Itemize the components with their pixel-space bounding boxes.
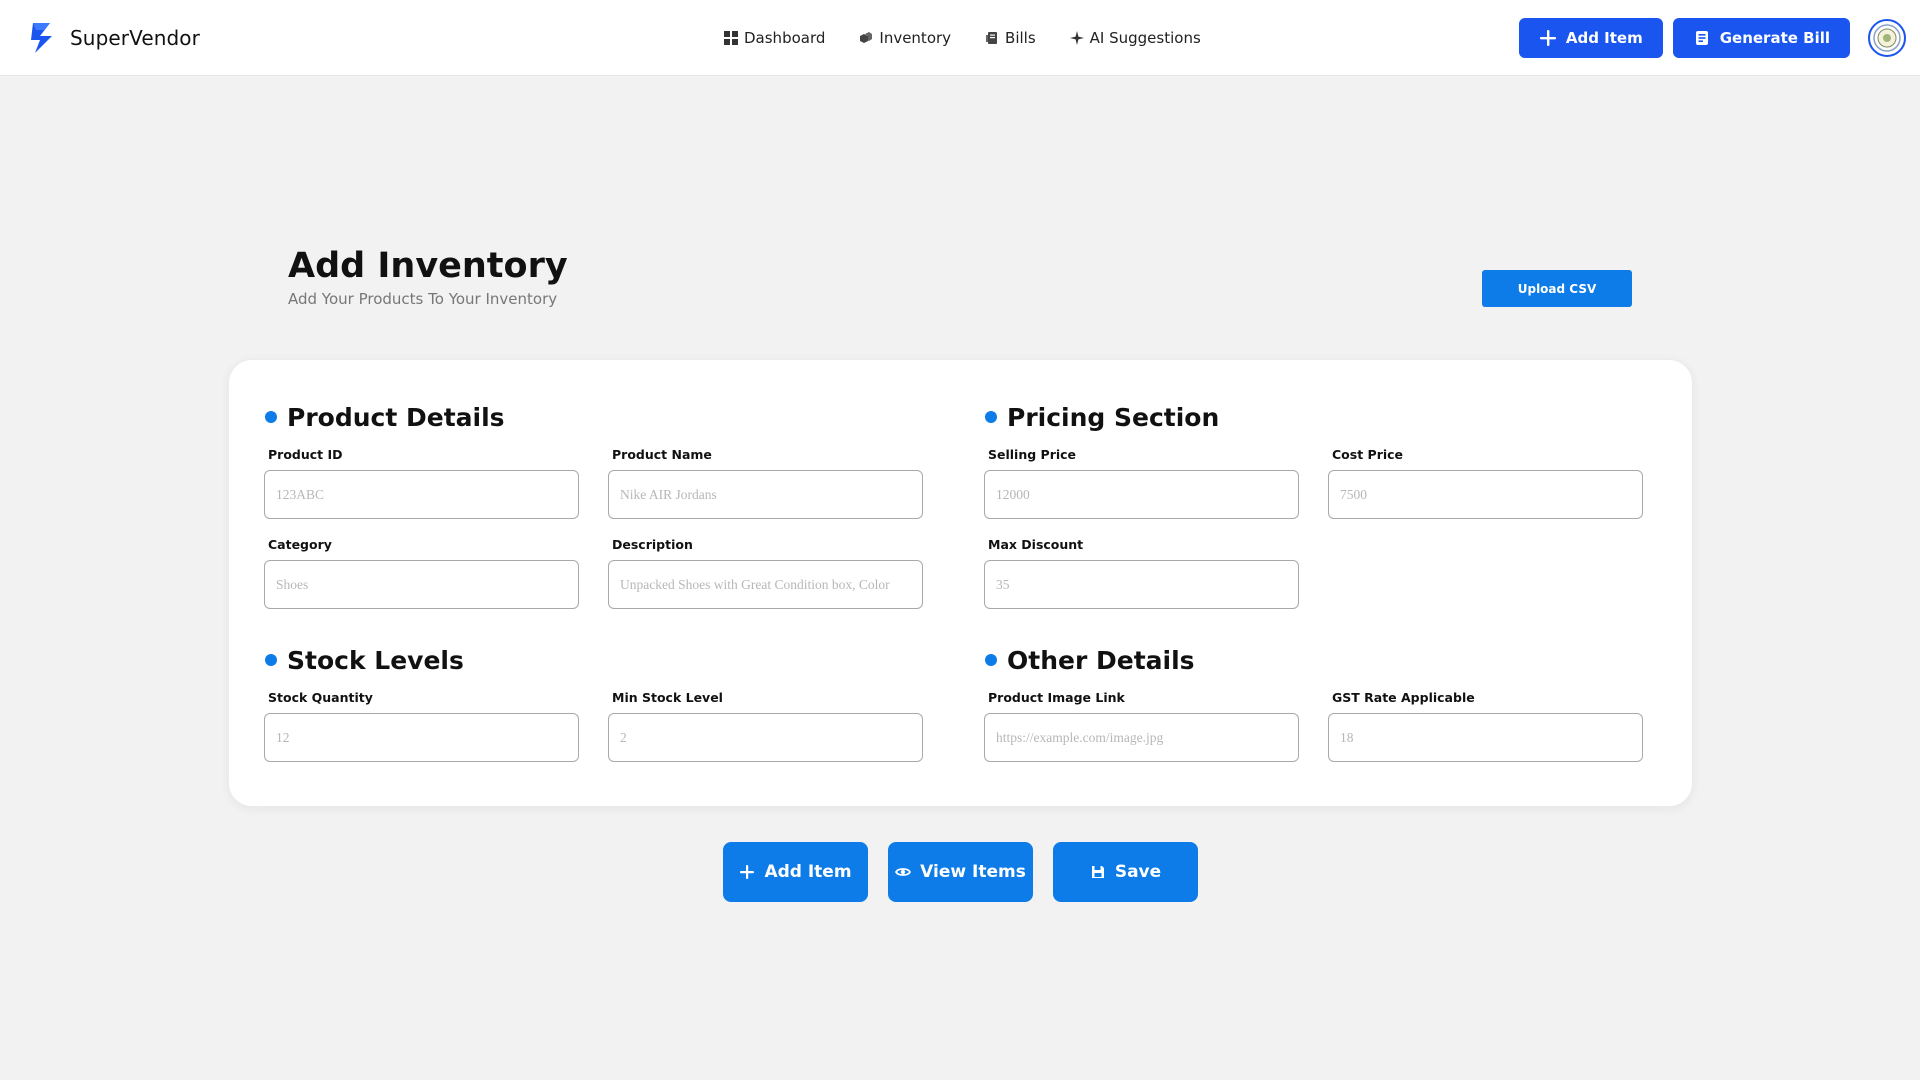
stock-levels-section: Stock Levels bbox=[265, 643, 464, 677]
min-stock-level-label: Min Stock Level bbox=[612, 690, 723, 705]
nav-inventory[interactable]: Inventory bbox=[859, 29, 951, 47]
pricing-section: Pricing Section bbox=[985, 400, 1219, 434]
lightning-bolt-icon bbox=[31, 23, 52, 53]
stock-levels-title: Stock Levels bbox=[287, 645, 464, 675]
upload-csv-button[interactable]: Upload CSV bbox=[1482, 270, 1632, 307]
max-discount-field: Max Discount bbox=[984, 536, 1299, 609]
selling-price-field: Selling Price bbox=[984, 446, 1299, 519]
inventory-form-card: Product Details Product ID Product Name … bbox=[228, 359, 1693, 807]
gst-rate-field: GST Rate Applicable bbox=[1328, 689, 1643, 762]
min-stock-level-input[interactable] bbox=[608, 713, 923, 762]
add-item-button-label: Add Item bbox=[1565, 29, 1643, 47]
product-details-title: Product Details bbox=[287, 402, 505, 432]
page-subtitle: Add Your Products To Your Inventory bbox=[288, 290, 558, 308]
view-items-label: View Items bbox=[920, 862, 1026, 882]
nav-dashboard[interactable]: Dashboard bbox=[724, 29, 825, 47]
page-title: Add Inventory bbox=[288, 246, 568, 286]
selling-price-label: Selling Price bbox=[988, 447, 1077, 462]
stock-quantity-field: Stock Quantity bbox=[264, 689, 579, 762]
nav-bills[interactable]: Bills bbox=[985, 29, 1036, 47]
pricing-title: Pricing Section bbox=[1007, 402, 1220, 432]
save-button-label: Save bbox=[1114, 862, 1162, 882]
max-discount-label: Max Discount bbox=[988, 537, 1084, 552]
product-name-field: Product Name bbox=[608, 446, 923, 519]
boxes-icon bbox=[860, 32, 873, 43]
stock-quantity-label: Stock Quantity bbox=[268, 690, 373, 705]
nav-dashboard-label: Dashboard bbox=[744, 29, 826, 47]
plus-icon bbox=[1539, 30, 1556, 46]
product-name-label: Product Name bbox=[612, 447, 712, 462]
grid-icon bbox=[724, 31, 738, 45]
plus-icon bbox=[740, 865, 755, 879]
min-stock-level-field: Min Stock Level bbox=[608, 689, 923, 762]
floppy-disk-icon bbox=[1091, 866, 1104, 878]
top-actions: Add Item Generate Bill bbox=[1518, 18, 1850, 58]
nav-inventory-label: Inventory bbox=[879, 29, 952, 47]
section-title-product-details: Product Details bbox=[265, 400, 505, 434]
generate-bill-button-label: Generate Bill bbox=[1719, 29, 1830, 47]
other-details-section: Other Details bbox=[985, 643, 1195, 677]
product-id-field: Product ID bbox=[264, 446, 579, 519]
selling-price-input[interactable] bbox=[984, 470, 1299, 519]
category-label: Category bbox=[268, 537, 332, 552]
form-actions: Add Item View Items Save bbox=[723, 842, 1198, 902]
top-navbar: SuperVendor Dashboard Inventory Bills AI… bbox=[0, 0, 1920, 76]
brand-name: SuperVendor bbox=[70, 26, 200, 50]
bill-icon bbox=[1695, 31, 1708, 45]
cost-price-field: Cost Price bbox=[1328, 446, 1643, 519]
description-input[interactable] bbox=[608, 560, 923, 609]
section-title-stock: Stock Levels bbox=[265, 643, 464, 677]
cost-price-label: Cost Price bbox=[1332, 447, 1404, 462]
product-image-link-field: Product Image Link bbox=[984, 689, 1299, 762]
add-item-action-button[interactable]: Add Item bbox=[723, 842, 868, 902]
section-title-pricing: Pricing Section bbox=[985, 400, 1219, 434]
bullet-dot-icon bbox=[985, 654, 997, 666]
nav-ai-suggestions-label: AI Suggestions bbox=[1089, 29, 1201, 47]
user-avatar[interactable] bbox=[1868, 19, 1906, 57]
product-image-link-input[interactable] bbox=[984, 713, 1299, 762]
gst-rate-input[interactable] bbox=[1328, 713, 1643, 762]
add-item-button[interactable]: Add Item bbox=[1518, 18, 1663, 58]
product-name-input[interactable] bbox=[608, 470, 923, 519]
bullet-dot-icon bbox=[265, 411, 277, 423]
other-details-title: Other Details bbox=[1007, 645, 1195, 675]
main-nav: Dashboard Inventory Bills AI Suggestions bbox=[724, 22, 1201, 54]
page-header: Add Inventory Add Your Products To Your … bbox=[288, 244, 568, 308]
stock-quantity-input[interactable] bbox=[264, 713, 579, 762]
eye-icon bbox=[895, 868, 912, 876]
category-field: Category bbox=[264, 536, 579, 609]
gst-rate-label: GST Rate Applicable bbox=[1332, 690, 1475, 705]
sparkle-icon bbox=[1069, 31, 1084, 45]
bullet-dot-icon bbox=[985, 411, 997, 423]
product-id-input[interactable] bbox=[264, 470, 579, 519]
nav-bills-label: Bills bbox=[1005, 29, 1036, 47]
save-button[interactable]: Save bbox=[1053, 842, 1198, 902]
max-discount-input[interactable] bbox=[984, 560, 1299, 609]
view-items-button[interactable]: View Items bbox=[888, 842, 1033, 902]
receipt-icon bbox=[986, 32, 998, 44]
cost-price-input[interactable] bbox=[1328, 470, 1643, 519]
product-image-link-label: Product Image Link bbox=[988, 690, 1125, 705]
description-field: Description bbox=[608, 536, 923, 609]
add-item-action-label: Add Item bbox=[764, 862, 852, 882]
section-title-other: Other Details bbox=[985, 643, 1195, 677]
category-input[interactable] bbox=[264, 560, 579, 609]
nav-ai-suggestions[interactable]: AI Suggestions bbox=[1069, 29, 1201, 47]
bullet-dot-icon bbox=[265, 654, 277, 666]
product-details-section: Product Details bbox=[265, 400, 505, 434]
description-label: Description bbox=[612, 537, 693, 552]
product-id-label: Product ID bbox=[268, 447, 343, 462]
seal-logo-icon bbox=[1873, 24, 1901, 52]
brand-logo-link[interactable]: SuperVendor bbox=[28, 20, 200, 56]
generate-bill-button[interactable]: Generate Bill bbox=[1672, 18, 1850, 58]
